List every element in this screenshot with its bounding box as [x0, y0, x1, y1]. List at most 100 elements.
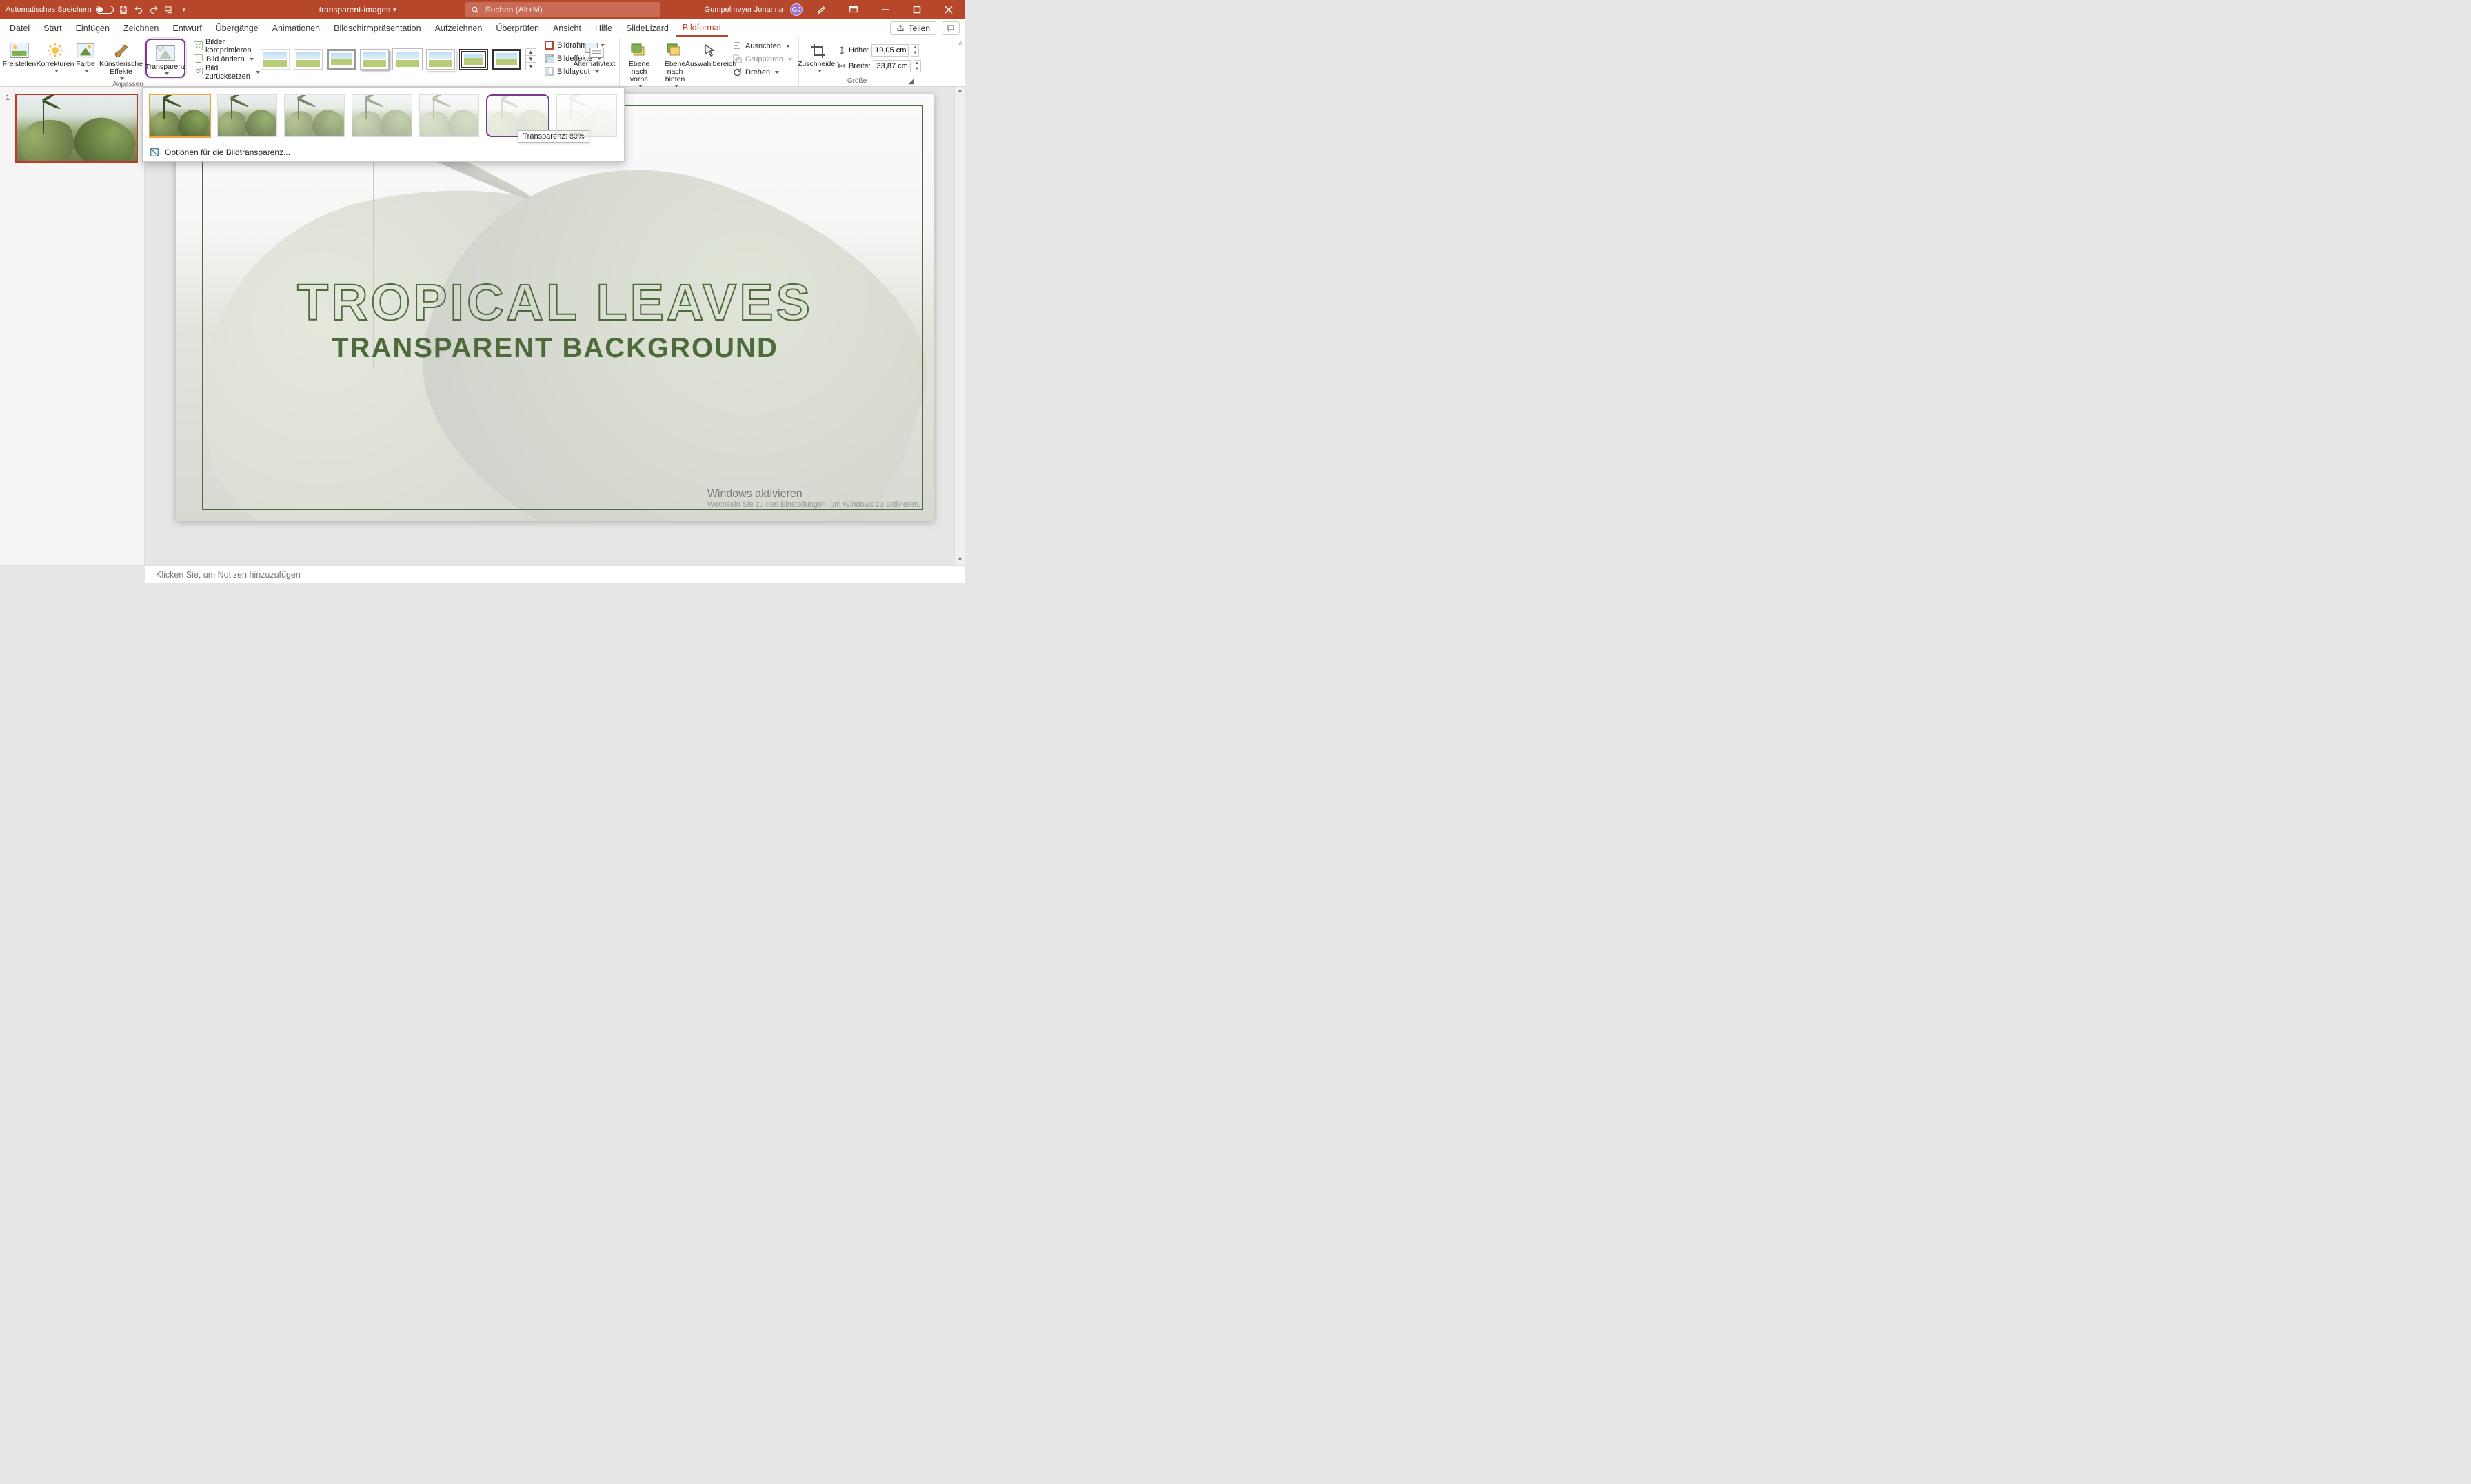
gallery-more-icon[interactable]: ▾ [526, 63, 536, 70]
frame-style-4[interactable] [360, 49, 389, 70]
tab-entwurf[interactable]: Entwurf [165, 19, 208, 37]
bring-forward-label: Ebene nach vorne [623, 61, 656, 83]
tab-uebergaenge[interactable]: Übergänge [209, 19, 265, 37]
send-backward-icon [664, 41, 686, 59]
tab-animationen[interactable]: Animationen [265, 19, 327, 37]
remove-background-button[interactable]: Freistellen [3, 39, 36, 68]
toggle-switch[interactable] [96, 6, 114, 14]
tab-bildschirmpraesentation[interactable]: Bildschirmpräsentation [327, 19, 427, 37]
transparency-option-65[interactable] [419, 94, 480, 137]
crop-icon [807, 41, 829, 59]
search-placeholder: Suchen (Alt+M) [485, 5, 543, 14]
title-caret-icon[interactable]: ▾ [393, 6, 396, 14]
artistic-effects-button[interactable]: Künstlerische Effekte [99, 39, 143, 80]
transparency-more-options[interactable]: Optionen für die Bildtransparenz... [143, 143, 624, 161]
gallery-down-icon[interactable]: ▼ [526, 56, 536, 63]
effects-icon [545, 54, 554, 63]
qat-more-icon[interactable]: ▾ [179, 4, 190, 15]
pen-icon[interactable] [809, 0, 834, 19]
frame-style-7[interactable] [459, 49, 488, 70]
transparency-option-0[interactable] [150, 94, 210, 137]
tab-ansicht[interactable]: Ansicht [546, 19, 588, 37]
selection-icon [700, 41, 722, 59]
avatar[interactable]: GJ [790, 3, 803, 16]
tab-start[interactable]: Start [37, 19, 68, 37]
transparency-dropdown: Transparenz: 80% Optionen für die Bildtr… [142, 87, 625, 162]
align-label: Ausrichten [745, 42, 781, 50]
brightness-icon [44, 41, 66, 59]
close-button[interactable] [936, 0, 961, 19]
share-button[interactable]: Teilen [890, 21, 936, 35]
tab-einfuegen[interactable]: Einfügen [69, 19, 117, 37]
crop-button[interactable]: Zuschneiden [802, 39, 835, 72]
change-pic-label: Bild ändern [206, 55, 245, 63]
frame-style-2[interactable] [294, 49, 323, 70]
alt-text-button[interactable]: Alternativtext [572, 39, 616, 68]
frame-style-1[interactable] [261, 49, 290, 70]
compress-pictures-button[interactable]: Bilder komprimieren [191, 40, 263, 52]
slide-title[interactable]: TROPICAL LEAVES [176, 273, 934, 332]
save-icon[interactable] [118, 4, 129, 15]
transparency-option-30[interactable] [284, 94, 345, 137]
brush-icon [110, 41, 132, 59]
autosave-toggle[interactable]: Automatisches Speichern [6, 6, 114, 14]
transparency-option-50[interactable] [352, 94, 412, 137]
width-spinner[interactable]: ▲▼ [914, 60, 921, 72]
search-box[interactable]: Suchen (Alt+M) [465, 2, 660, 17]
bring-forward-button[interactable]: Ebene nach vorne [623, 39, 656, 88]
maximize-button[interactable] [905, 0, 929, 19]
border-icon [545, 41, 554, 50]
undo-icon[interactable] [133, 4, 144, 15]
scroll-up-icon[interactable]: ▲ [955, 87, 965, 96]
minimize-button[interactable] [873, 0, 898, 19]
height-input[interactable] [871, 44, 909, 57]
ribbon-display-icon[interactable] [841, 0, 866, 19]
comments-toggle[interactable] [942, 21, 960, 35]
frame-style-3[interactable] [327, 49, 356, 70]
slide-thumbnail-pane[interactable]: 1 [0, 87, 145, 565]
selection-pane-button[interactable]: Auswahlbereich [694, 39, 727, 68]
height-spinner[interactable]: ▲▼ [911, 44, 919, 57]
vertical-scrollbar[interactable]: ▲ ▼ [954, 87, 965, 565]
width-input[interactable] [874, 60, 911, 72]
selection-label: Auswahlbereich [685, 61, 736, 68]
slide-subtitle[interactable]: TRANSPARENT BACKGROUND [176, 333, 934, 364]
rotate-label: Drehen [745, 68, 770, 77]
transparency-option-15[interactable] [217, 94, 278, 137]
width-field[interactable]: Breite: ▲▼ [838, 59, 921, 74]
tab-bildformat[interactable]: Bildformat [676, 19, 728, 37]
tab-hilfe[interactable]: Hilfe [588, 19, 619, 37]
corrections-button[interactable]: Korrekturen [39, 39, 72, 72]
document-title: transparent-images [319, 5, 390, 14]
watermark-line2: Wechseln Sie zu den Einstellungen, um Wi… [707, 500, 920, 509]
transparency-button[interactable]: Transparenz [148, 41, 183, 75]
reset-picture-button[interactable]: Bild zurücksetzen [191, 66, 263, 79]
frame-style-8[interactable] [492, 49, 521, 70]
align-button[interactable]: Ausrichten [730, 40, 795, 52]
rotate-button[interactable]: Drehen [730, 66, 795, 79]
transparency-more-label: Optionen für die Bildtransparenz... [165, 148, 290, 157]
picture-styles-gallery[interactable]: ▲ ▼ ▾ [259, 45, 538, 70]
layout-icon [545, 67, 554, 77]
size-dialog-launcher[interactable]: ◢ [908, 78, 914, 85]
account-name[interactable]: Gumpelmeyer Johanna [705, 6, 783, 14]
transparency-option-95[interactable] [556, 94, 617, 137]
redo-icon[interactable] [148, 4, 159, 15]
scroll-down-icon[interactable]: ▼ [955, 556, 965, 565]
tab-zeichnen[interactable]: Zeichnen [117, 19, 165, 37]
tab-slidelizard[interactable]: SlideLizard [619, 19, 676, 37]
notes-pane[interactable]: Klicken Sie, um Notizen hinzuzufügen [145, 565, 965, 583]
collapse-ribbon-icon[interactable]: ˄ [958, 40, 962, 48]
tab-ueberpruefen[interactable]: Überprüfen [489, 19, 546, 37]
alttext-label: Alternativtext [574, 61, 616, 68]
frame-style-6[interactable] [426, 49, 455, 70]
color-button[interactable]: Farbe [74, 39, 97, 72]
tab-aufzeichnen[interactable]: Aufzeichnen [428, 19, 490, 37]
slide-thumb-1[interactable]: 1 [7, 94, 137, 163]
gallery-scroll[interactable]: ▲ ▼ ▾ [525, 48, 536, 70]
frame-style-5[interactable] [393, 49, 422, 70]
height-field[interactable]: Höhe: ▲▼ [838, 43, 921, 58]
tab-datei[interactable]: Datei [3, 19, 37, 37]
from-beginning-icon[interactable] [163, 4, 174, 15]
gallery-up-icon[interactable]: ▲ [526, 49, 536, 56]
